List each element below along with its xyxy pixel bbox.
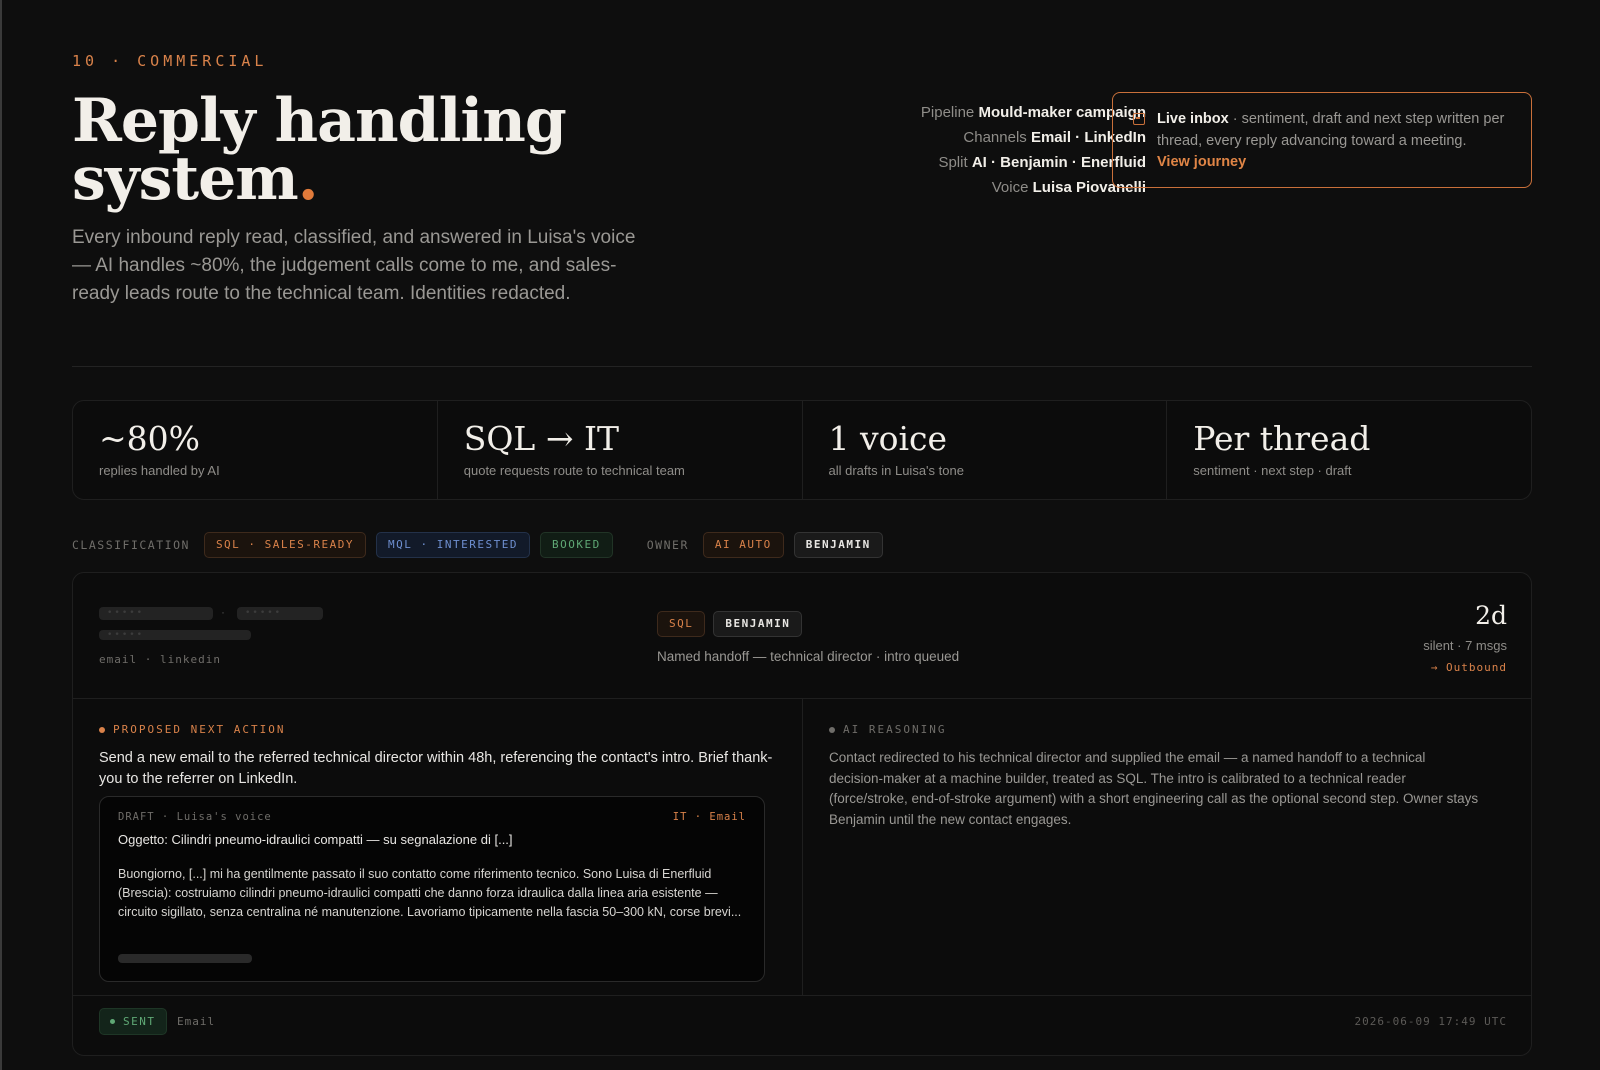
filter-benjamin-chip[interactable]: BENJAMIN [793,532,883,558]
meta-voice: Voice Luisa Piovanelli [722,175,1146,200]
reasoning-label: AI REASONING [843,723,947,736]
filter-bar: CLASSIFICATION SQL · SALES-READY MQL · I… [72,532,883,558]
draft-email[interactable]: DRAFT · Luisa's voice IT · Email Oggetto… [99,796,765,982]
live-inbox-card: Live inbox · sentiment, draft and next s… [1112,92,1532,188]
title-dot: . [297,144,319,214]
meta-channels-label: Channels [963,129,1027,146]
owner-tag: BENJAMIN [713,611,803,637]
stat-value: SQL → IT [463,419,620,458]
days-silent: 2d [1475,601,1507,630]
stat-caption: replies handled by AI [99,463,220,478]
thread-activity: 2d silent · 7 msgs → Outbound [1423,601,1507,674]
redacted-name: ••••• [99,607,213,620]
meta-pipeline-label: Pipeline [920,104,975,121]
meta-split-label: Split [938,154,968,171]
sent-badge: SENT [99,1008,167,1035]
stats-strip: ~80% replies handled by AI SQL → IT quot… [72,400,1532,500]
stat-value: Per thread [1193,419,1371,458]
meta-channels: Channels Email · LinkedIn [722,125,1146,150]
thread-status: SQL BENJAMIN Named handoff — technical d… [657,611,959,664]
bullet-icon [99,726,105,733]
stat-value: ~80% [99,419,200,458]
ai-reasoning-panel: AI REASONING Contact redirected to his t… [803,699,1531,995]
status-dot-icon [110,1019,115,1024]
filter-ai-auto-chip[interactable]: AI AUTO [702,532,784,558]
stat-voice: 1 voice all drafts in Luisa's tone [803,401,1168,499]
thread-card[interactable]: ••••• · ••••• ••••• email · linkedin SQL… [72,572,1532,1056]
message-count: silent · 7 msgs [1423,638,1507,653]
next-action-text: Send a new email to the referred technic… [99,750,773,787]
inbox-icon [1133,113,1145,125]
filter-booked-chip[interactable]: BOOKED [540,532,613,558]
meta-pipeline: Pipeline Mould-maker campaign [722,100,1146,125]
thread-header: ••••• · ••••• ••••• email · linkedin SQL… [73,573,1531,699]
meta-split: Split AI · Benjamin · Enerfluid [722,150,1146,175]
stat-routing: SQL → IT quote requests route to technic… [438,401,803,499]
redacted-signature-bar [118,954,252,963]
direction-label: → Outbound [1430,661,1507,674]
section-tag: 10 · COMMERCIAL [72,52,268,70]
next-action-panel: PROPOSED NEXT ACTION Send a new email to… [73,699,803,995]
redacted-separator: · [221,605,225,619]
filter-mql-chip[interactable]: MQL · INTERESTED [376,532,530,558]
redacted-company: ••••• [237,607,323,620]
bullet-icon [829,726,835,733]
draft-tag: IT · Email [672,811,746,823]
next-action-label: PROPOSED NEXT ACTION [113,723,286,736]
filter-sql-chip[interactable]: SQL · SALES-READY [203,532,367,558]
stat-caption: all drafts in Luisa's tone [828,463,964,478]
draft-header: DRAFT · Luisa's voice IT · Email [118,811,746,823]
divider [72,366,1532,367]
thread-footer: SENT Email 2026-06-09 17:49 UTC [73,995,1531,1055]
left-edge-rule [0,0,2,1070]
draft-body: Buongiorno, [...] mi ha gentilmente pass… [118,867,742,919]
classification-label: CLASSIFICATION [72,538,190,552]
thread-channels: email · linkedin [99,653,221,666]
stat-per-thread: Per thread sentiment · next step · draft [1167,401,1531,499]
stat-ai-share: ~80% replies handled by AI [73,401,438,499]
reasoning-text: Contact redirected to his technical dire… [829,750,1479,827]
sent-timestamp: 2026-06-09 17:49 UTC [1354,1015,1507,1028]
draft-subject: Oggetto: Cilindri pneumo-idraulici compa… [118,832,513,847]
sql-tag: SQL [657,611,706,637]
sent-channel: Email [177,1015,216,1028]
stat-caption: sentiment · next step · draft [1193,463,1352,478]
draft-label: DRAFT · Luisa's voice [118,811,272,823]
sent-label: SENT [123,1015,156,1028]
stat-caption: quote requests route to technical team [463,463,685,478]
title-line-2: system [72,144,299,214]
view-journey-link[interactable]: View journey [1157,154,1246,170]
thread-tags: SQL BENJAMIN [657,611,959,637]
live-inbox-title: Live inbox [1157,111,1229,127]
stat-value: 1 voice [828,419,948,458]
handoff-summary: Named handoff — technical director · int… [657,649,960,664]
meta-list: Pipeline Mould-maker campaign Channels E… [722,100,1146,200]
owner-label: OWNER [646,538,689,552]
reasoning-kicker: AI REASONING [829,723,1507,736]
page-title: Reply handling system. [72,91,672,209]
redacted-role: ••••• [99,630,251,640]
next-action-kicker: PROPOSED NEXT ACTION [99,723,776,736]
page-description: Every inbound reply read, classified, an… [72,227,636,304]
meta-voice-label: Voice [991,179,1029,196]
